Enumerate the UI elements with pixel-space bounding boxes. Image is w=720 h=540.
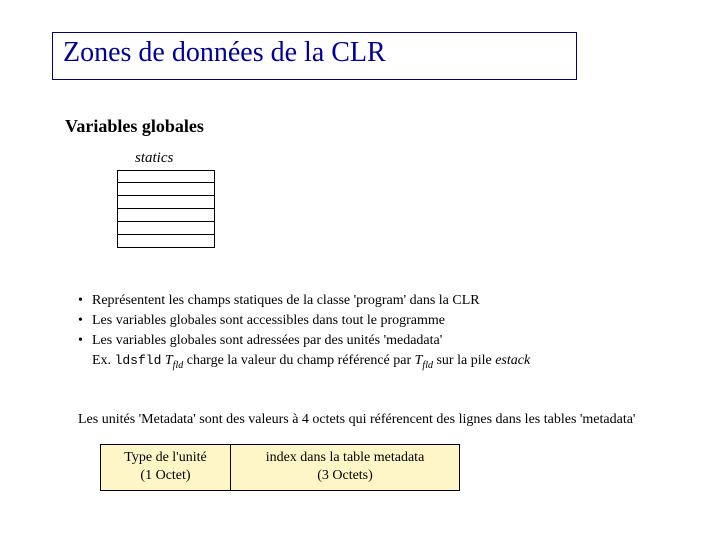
statics-label: statics [135, 150, 173, 167]
token-T: T [165, 353, 173, 368]
token-type-size: (1 Octet) [107, 467, 224, 485]
bullet-list: • Représentent les champs statiques de l… [78, 292, 718, 372]
token-index-size: (3 Octets) [237, 467, 453, 485]
statics-row [117, 209, 215, 222]
statics-row [117, 170, 215, 183]
token-subscript: fld [422, 359, 433, 370]
bullet-text: Les variables globales sont accessibles … [92, 312, 718, 331]
metadata-token-diagram: Type de l'unité (1 Octet) index dans la … [100, 444, 460, 491]
bullet-dot-icon: • [78, 292, 92, 311]
bullet-item: • Représentent les champs statiques de l… [78, 292, 718, 311]
token-type-cell: Type de l'unité (1 Octet) [100, 444, 230, 491]
token-index-cell: index dans la table metadata (3 Octets) [230, 444, 460, 491]
statics-row [117, 196, 215, 209]
example-prefix: Ex. [92, 353, 115, 368]
slide-title: Zones de données de la CLR [63, 37, 386, 68]
instruction-code: ldsfld [115, 353, 162, 368]
slide: Zones de données de la CLR Variables glo… [0, 0, 720, 540]
bullet-dot-icon: • [78, 312, 92, 331]
token-index-label: index dans la table metadata [237, 449, 453, 467]
example-mid: charge la valeur du champ référencé par [183, 353, 414, 368]
statics-row [117, 183, 215, 196]
bullet-text: Représentent les champs statiques de la … [92, 292, 718, 311]
statics-row [117, 222, 215, 235]
subheading-variables-globales: Variables globales [65, 116, 204, 137]
statics-row [117, 235, 215, 248]
title-box: Zones de données de la CLR [52, 32, 577, 80]
example-line: Ex. ldsfld Tfld charge la valeur du cham… [78, 352, 718, 372]
statics-table [117, 170, 215, 248]
bullet-item: • Les variables globales sont accessible… [78, 312, 718, 331]
example-mid2: sur la pile [433, 353, 495, 368]
bullet-text: Les variables globales sont adressées pa… [92, 332, 718, 351]
bullet-dot-icon: • [78, 332, 92, 351]
bullet-item: • Les variables globales sont adressées … [78, 332, 718, 351]
estack-label: estack [495, 353, 530, 368]
token-type-label: Type de l'unité [107, 449, 224, 467]
token-subscript: fld [173, 359, 184, 370]
metadata-sentence: Les unités 'Metadata' sont des valeurs à… [78, 412, 720, 428]
